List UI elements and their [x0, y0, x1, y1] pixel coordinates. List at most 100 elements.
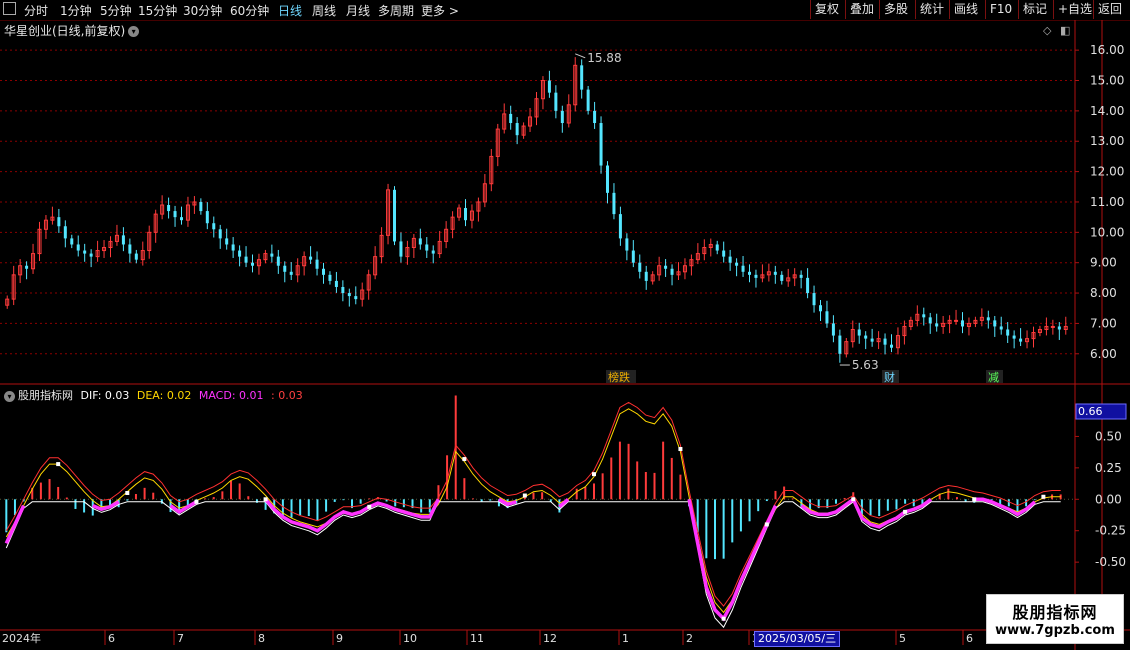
- signal-marker: [972, 497, 977, 502]
- candle-body: [799, 274, 803, 278]
- candle-body: [418, 238, 422, 245]
- candle-body: [715, 244, 719, 251]
- event-marker: 榜跌: [608, 370, 630, 384]
- candle-body: [244, 256, 248, 263]
- candle-body: [1019, 338, 1023, 342]
- candle-body: [599, 123, 603, 166]
- candle-body: [741, 265, 745, 272]
- dif-line: [5, 501, 1061, 629]
- signal-marker: [903, 509, 908, 514]
- x-tick-label: 1: [622, 632, 629, 645]
- candle-body: [238, 250, 242, 257]
- candle-body: [883, 338, 887, 345]
- candle-body: [70, 238, 74, 245]
- candle-body: [341, 286, 345, 294]
- candle-body: [134, 253, 138, 260]
- candle-body: [999, 326, 1003, 330]
- candle-body: [993, 320, 997, 327]
- x-tick-label: 11: [470, 632, 484, 645]
- candle-body: [1012, 335, 1016, 339]
- candle-body: [664, 265, 668, 269]
- high-pointer: [575, 53, 586, 59]
- event-marker: 财: [884, 370, 895, 384]
- candle-body: [560, 110, 564, 124]
- candle-body: [57, 217, 61, 227]
- candle-body: [922, 314, 926, 318]
- cursor-date: 2025/03/05/三: [754, 631, 841, 647]
- candle-body: [173, 211, 177, 218]
- candle-body: [870, 338, 874, 342]
- candle-body: [328, 274, 332, 281]
- candle-body: [819, 305, 822, 312]
- candle-body: [309, 256, 313, 260]
- candle-body: [857, 329, 861, 336]
- candle-body: [393, 189, 396, 242]
- candle-body: [399, 241, 403, 257]
- candle-body: [586, 89, 590, 111]
- indicator-dropdown-icon[interactable]: ▾: [4, 390, 15, 402]
- candle-body: [231, 244, 235, 251]
- candle-body: [180, 217, 183, 221]
- chart-area[interactable]: 16.0015.0014.0013.0012.0011.0010.009.008…: [0, 0, 1130, 650]
- candle-body: [251, 262, 254, 266]
- candle-body: [76, 244, 80, 251]
- candle-body: [218, 229, 222, 239]
- candle-body: [722, 250, 726, 257]
- candle-body: [334, 280, 338, 287]
- candle-body: [225, 238, 229, 245]
- low-label: 5.63: [852, 358, 879, 372]
- candle-body: [205, 211, 209, 224]
- signal-marker: [462, 457, 467, 462]
- x-tick-label: 2024年: [2, 631, 41, 645]
- price-tick-label: 13.00: [1090, 134, 1124, 148]
- candle-body: [831, 323, 835, 336]
- candle-body: [121, 235, 125, 245]
- candle-body: [954, 319, 959, 322]
- candle-body: [425, 244, 429, 251]
- candle-body: [838, 335, 842, 354]
- candle-body: [890, 344, 893, 348]
- candle-body: [128, 244, 132, 254]
- x-tick-label: 12: [543, 632, 557, 645]
- price-tick-label: 12.00: [1090, 165, 1124, 179]
- price-tick-label: 7.00: [1090, 316, 1117, 330]
- candle-body: [509, 113, 513, 124]
- ind-tick-label: -0.25: [1095, 524, 1126, 538]
- candle-body: [773, 271, 777, 275]
- candle-body: [212, 223, 216, 230]
- candle-body: [864, 335, 868, 339]
- price-tick-label: 10.00: [1090, 225, 1124, 239]
- candle-body: [515, 123, 519, 136]
- price-tick-label: 15.00: [1090, 74, 1124, 88]
- candle-body: [167, 205, 171, 212]
- candle-body: [554, 92, 558, 111]
- candle-body: [283, 265, 287, 272]
- candle-body: [748, 271, 751, 275]
- watermark: 股朋指标网 www.7gpzb.com: [986, 594, 1124, 644]
- x-tick-label: 9: [336, 632, 343, 645]
- price-tick-label: 16.00: [1090, 43, 1124, 57]
- event-marker: 减: [988, 371, 999, 384]
- candle-body: [1057, 326, 1061, 330]
- signal-marker: [764, 522, 769, 527]
- candle-body: [606, 165, 609, 193]
- candle-body: [812, 293, 816, 306]
- signal-marker: [678, 447, 683, 451]
- watermark-title: 股朋指标网: [1012, 603, 1098, 622]
- candle-body: [547, 80, 551, 93]
- candle-body: [431, 250, 435, 254]
- candle-body: [315, 259, 319, 269]
- x-tick-label: 2: [686, 632, 693, 645]
- x-tick-label: 7: [177, 632, 184, 645]
- candle-body: [735, 262, 739, 266]
- signal-marker: [591, 472, 596, 477]
- indicator-title: ▾ 股朋指标网 DIF: 0.03 DEA: 0.02 MACD: 0.01 : …: [4, 387, 303, 403]
- candle-body: [612, 192, 616, 215]
- candle-body: [986, 317, 990, 321]
- price-tick-label: 8.00: [1090, 286, 1117, 300]
- candle-body: [347, 293, 351, 297]
- price-tick-label: 14.00: [1090, 104, 1124, 118]
- macd-label: MACD: 0.01: [198, 389, 264, 402]
- dif-label: DIF: 0.03: [80, 389, 130, 402]
- current-value: 0.66: [1078, 405, 1103, 418]
